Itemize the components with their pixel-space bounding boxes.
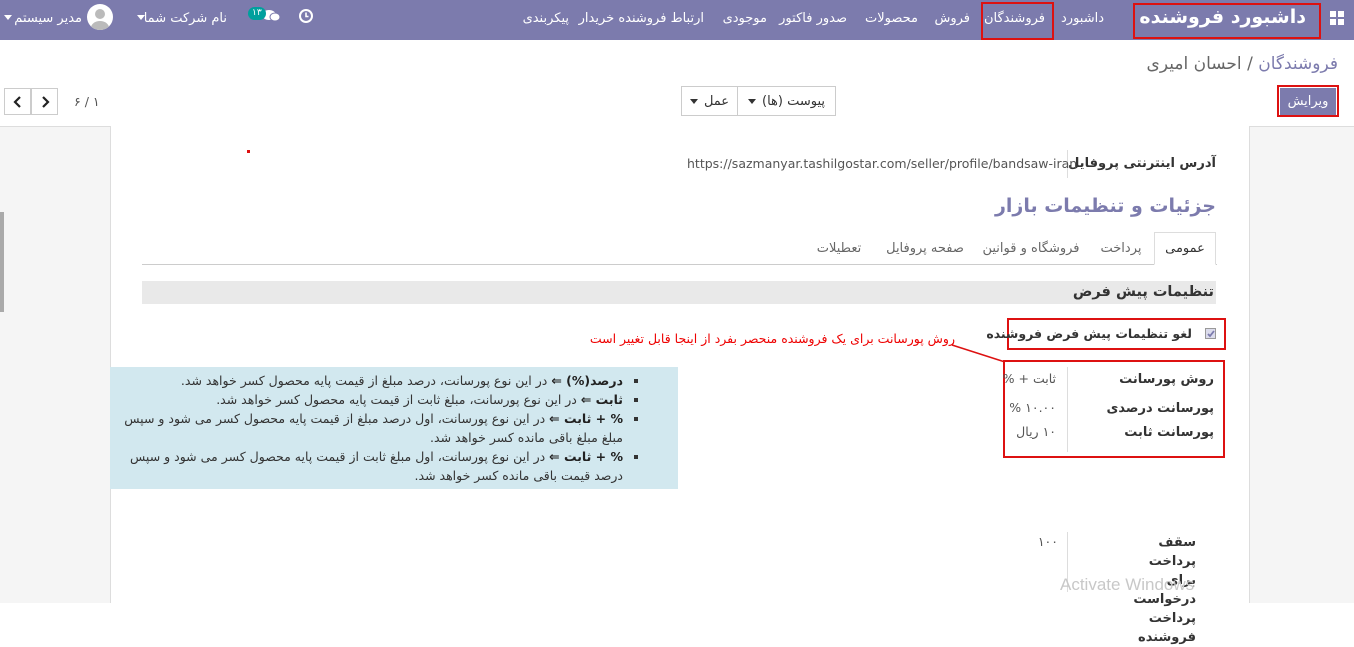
commission-help-box: درصد(%) ⇐ در این نوع پورسانت، درصد مبلغ … bbox=[110, 367, 678, 489]
caret-down-icon bbox=[689, 98, 698, 104]
menu-seller-buyer[interactable]: ارتباط فروشنده خریدار bbox=[579, 11, 704, 26]
apps-grid-icon[interactable] bbox=[1330, 11, 1344, 25]
pager-prev-button[interactable] bbox=[4, 88, 31, 115]
defaults-header-bar bbox=[142, 281, 1216, 304]
title-highlight bbox=[1133, 3, 1321, 39]
commission-percent-label: پورسانت درصدی bbox=[1106, 401, 1215, 416]
chevron-left-icon bbox=[12, 95, 21, 108]
section-title: جزئیات و تنظیمات بازار bbox=[994, 195, 1216, 217]
menu-dashboard[interactable]: داشبورد bbox=[1061, 11, 1104, 26]
help-item: % + ثابت ⇐ در این نوع پورسانت، اول مبلغ … bbox=[115, 447, 623, 485]
left-scroll-edge bbox=[0, 212, 4, 312]
tab-profile-page[interactable]: صفحه پروفایل bbox=[878, 232, 972, 265]
breadcrumb: فروشندگان / احسان امیری bbox=[1147, 54, 1338, 74]
menu-inventory[interactable]: موجودی bbox=[723, 11, 767, 26]
sellers-highlight bbox=[981, 2, 1054, 40]
attachments-dropdown[interactable]: پیوست (ها) bbox=[737, 86, 836, 116]
breadcrumb-parent[interactable]: فروشندگان bbox=[1258, 54, 1338, 74]
override-label: لغو تنظیمات پیش فرض فروشنده bbox=[986, 326, 1192, 341]
commission-fixed-value[interactable]: ۱۰ ریال bbox=[1016, 424, 1056, 439]
caret-down-icon bbox=[748, 98, 756, 104]
menu-configuration[interactable]: پیکربندی bbox=[523, 11, 569, 26]
action-label: عمل bbox=[703, 93, 730, 109]
payout-limit-value[interactable]: ۱۰۰ bbox=[1038, 534, 1058, 549]
action-dropdown[interactable]: عمل bbox=[681, 86, 738, 116]
commission-percent-value[interactable]: ۱۰.۰۰ % bbox=[1009, 400, 1056, 415]
defaults-header: تنظیمات پیش فرض bbox=[1072, 284, 1214, 300]
attachments-label: پیوست (ها) bbox=[762, 93, 826, 109]
menu-invoicing[interactable]: صدور فاکتور bbox=[779, 11, 847, 26]
menu-products[interactable]: محصولات bbox=[865, 11, 918, 26]
breadcrumb-separator: / bbox=[1247, 54, 1253, 74]
avatar[interactable] bbox=[87, 4, 113, 30]
clock-icon[interactable] bbox=[298, 8, 314, 24]
help-item: % + ثابت ⇐ در این نوع پورسانت، اول درصد … bbox=[115, 409, 623, 447]
company-switcher[interactable]: نام شرکت شما bbox=[144, 11, 227, 26]
help-item: درصد(%) ⇐ در این نوع پورسانت، درصد مبلغ … bbox=[115, 371, 623, 390]
annotation-text: روش پورسانت برای یک فروشنده منحصر بفرد ا… bbox=[589, 331, 955, 346]
override-checkbox[interactable] bbox=[1205, 328, 1216, 339]
edit-highlight bbox=[1277, 85, 1339, 117]
red-dot-mark bbox=[247, 150, 250, 153]
windows-watermark: Activate Windows bbox=[1060, 575, 1195, 594]
commission-fixed-label: پورسانت ثابت bbox=[1124, 425, 1214, 440]
help-item: ثابت ⇐ در این نوع پورسانت، مبلغ ثابت از … bbox=[115, 390, 623, 409]
breadcrumb-current: احسان امیری bbox=[1146, 54, 1242, 74]
tab-holidays[interactable]: تعطیلات bbox=[805, 232, 873, 265]
tab-general[interactable]: عمومی bbox=[1154, 232, 1216, 265]
chevron-down-icon bbox=[4, 15, 12, 20]
profile-url-value[interactable]: https://sazmanyar.tashilgostar.com/selle… bbox=[687, 156, 1077, 171]
tab-shop-policies[interactable]: فروشگاه و قوانین bbox=[978, 232, 1084, 265]
commission-help-list: درصد(%) ⇐ در این نوع پورسانت، درصد مبلغ … bbox=[115, 371, 623, 485]
chat-badge: ۱۳ bbox=[248, 7, 266, 20]
annotation-arrow bbox=[951, 344, 1006, 363]
commission-method-label: روش پورسانت bbox=[1119, 372, 1214, 387]
check-icon bbox=[1207, 330, 1215, 338]
chevron-right-icon bbox=[41, 95, 50, 108]
tab-payment[interactable]: پرداخت bbox=[1090, 232, 1152, 265]
pager-value[interactable]: ۱ / ۶ bbox=[74, 94, 100, 109]
user-menu[interactable]: مدیر سیستم bbox=[14, 11, 82, 26]
profile-url-label: آدرس اینترنتی پروفایل bbox=[1068, 156, 1216, 171]
field-divider bbox=[1067, 367, 1068, 452]
menu-sales[interactable]: فروش bbox=[934, 11, 970, 26]
pager-next-button[interactable] bbox=[31, 88, 58, 115]
commission-method-value[interactable]: ثابت + % bbox=[1003, 371, 1056, 386]
chevron-down-icon bbox=[137, 15, 145, 20]
